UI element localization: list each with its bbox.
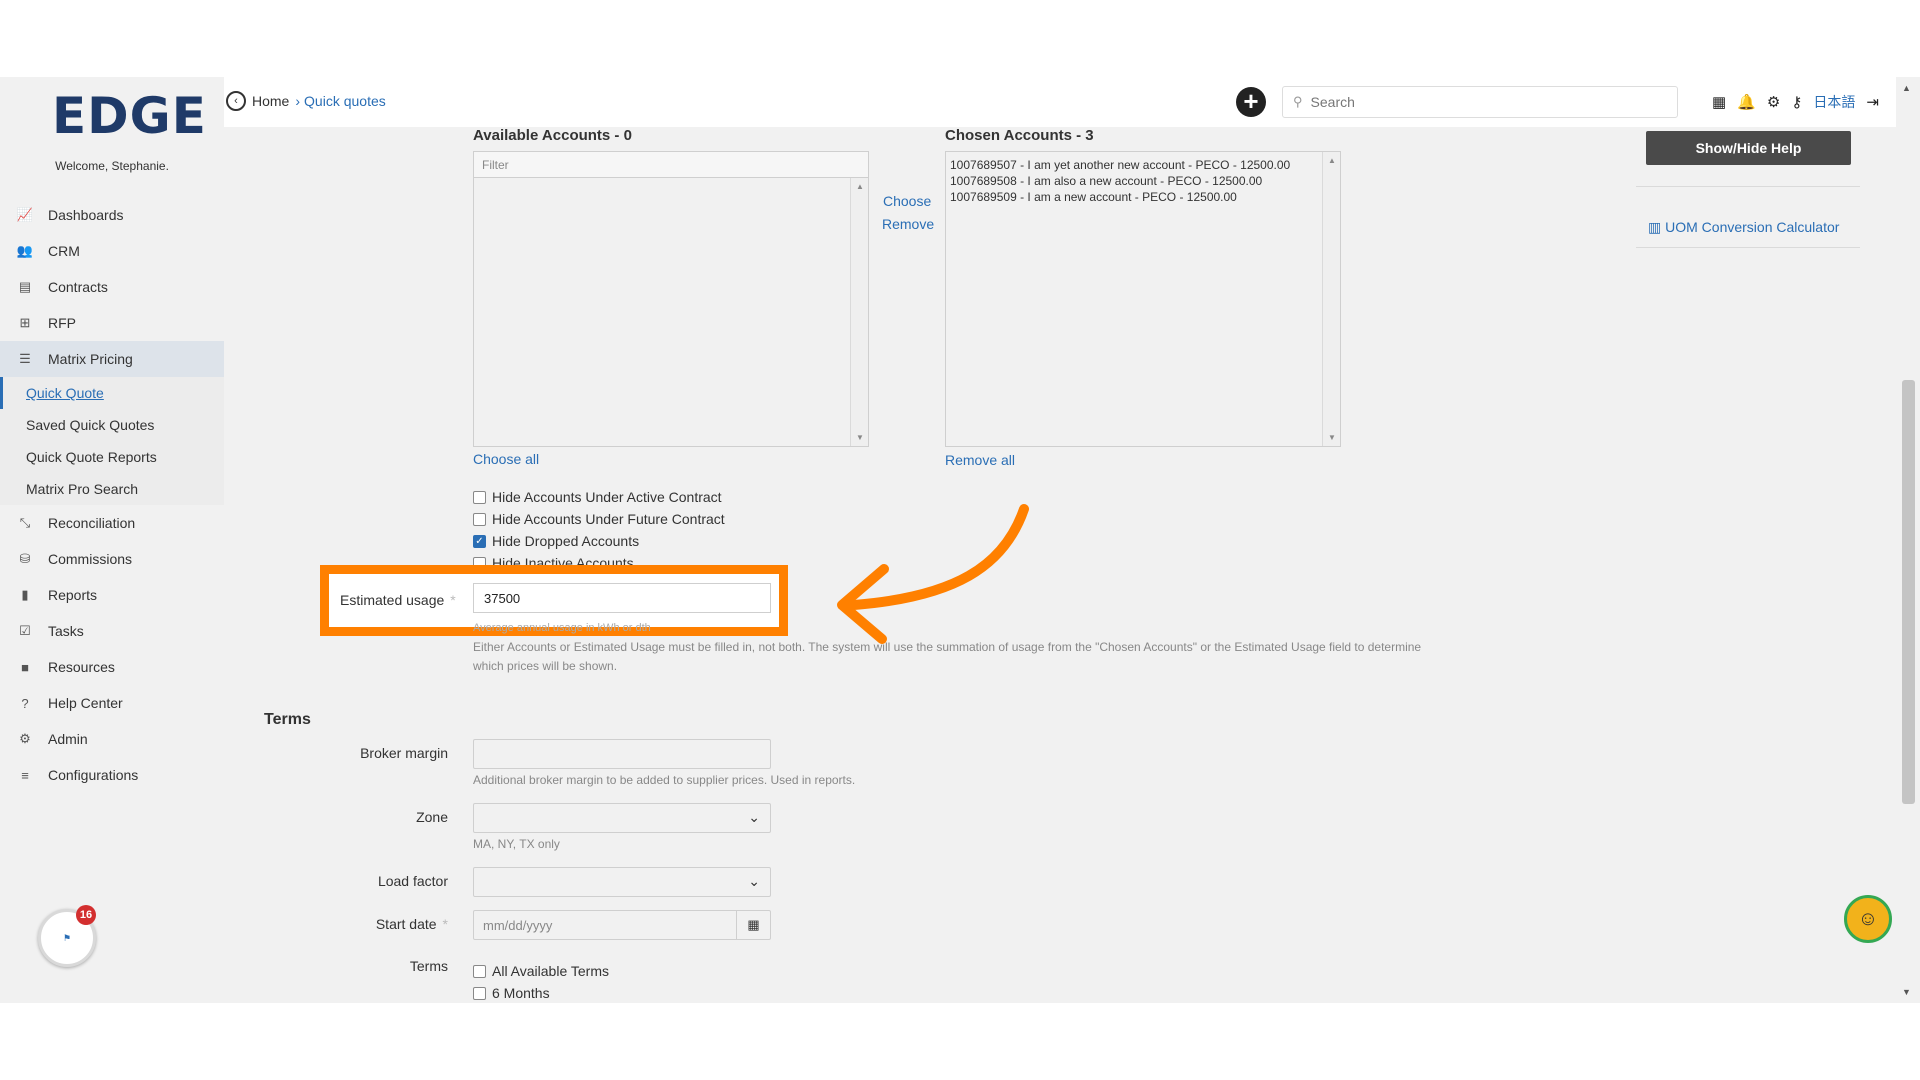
tasks-icon: ☑ [19, 623, 31, 638]
search-input[interactable]: ⚲ Search [1282, 86, 1678, 118]
sidebar-item-label: Tasks [48, 623, 84, 639]
sidebar-subitem-quick-quote-reports[interactable]: Quick Quote Reports [0, 441, 224, 473]
sliders-icon: ≡ [21, 767, 29, 783]
users-icon: 👥 [16, 243, 34, 258]
sidebar-item-label: Reconciliation [48, 515, 136, 531]
sidebar-item-contracts[interactable]: ▤ Contracts [0, 269, 224, 305]
sidebar-item-reports[interactable]: ▮ Reports [0, 577, 224, 613]
calendar-icon[interactable]: ▦ [1712, 93, 1726, 111]
sidebar-item-label: CRM [48, 243, 80, 259]
app-frame: EDGE Welcome, Stephanie. 📈 Dashboards 👥 … [0, 77, 1920, 1003]
search-icon: ⚲ [1293, 94, 1303, 109]
sidebar-item-label: Matrix Pricing [48, 351, 133, 367]
scrollbar-thumb[interactable] [1902, 380, 1915, 804]
welcome-text: Welcome, Stephanie. [55, 159, 169, 173]
bell-icon[interactable]: 🔔 [1737, 93, 1756, 111]
key-icon[interactable]: ⚷ [1791, 93, 1802, 111]
sidebar-subitem-matrix-pro-search[interactable]: Matrix Pro Search [0, 473, 224, 505]
coins-icon: ⛁ [19, 551, 31, 566]
sidebar-item-resources[interactable]: ■ Resources [0, 649, 224, 685]
add-new-button[interactable]: + [1236, 87, 1266, 117]
annotation-arrow [837, 504, 1029, 644]
breadcrumb-current[interactable]: Quick quotes [304, 93, 386, 109]
bar-chart-icon: ▮ [21, 587, 29, 602]
edge-logo[interactable]: EDGE [52, 87, 207, 145]
logout-icon[interactable]: ⇥ [1866, 93, 1879, 111]
sitemap-icon: ⊞ [19, 315, 31, 330]
sidebar-item-label: Help Center [48, 695, 123, 711]
chart-line-icon: 📈 [16, 207, 34, 222]
sidebar-item-configurations[interactable]: ≡ Configurations [0, 757, 224, 793]
breadcrumb: ‹ Home › Quick quotes [224, 91, 386, 111]
sidebar-item-matrix-pricing[interactable]: ☰ Matrix Pricing [0, 341, 224, 377]
sidebar-item-label: Reports [48, 587, 98, 603]
breadcrumb-separator: › [295, 93, 301, 109]
sidebar-item-dashboards[interactable]: 📈 Dashboards [0, 197, 224, 233]
sidebar-item-label: Commissions [48, 551, 133, 567]
gear-icon[interactable]: ⚙ [1767, 93, 1780, 111]
scroll-up-icon[interactable]: ▲ [1902, 83, 1911, 93]
top-bar: ‹ Home › Quick quotes + ⚲ Search ▦ 🔔 ⚙ ⚷… [224, 77, 1920, 127]
arrow-shaft [849, 504, 1029, 610]
sidebar-item-crm[interactable]: 👥 CRM [0, 233, 224, 269]
sidebar-nav: 📈 Dashboards 👥 CRM ▤ Contracts ⊞ RFP ☰ M… [0, 197, 224, 793]
sidebar: EDGE Welcome, Stephanie. 📈 Dashboards 👥 … [0, 77, 224, 1003]
sidebar-item-tasks[interactable]: ☑ Tasks [0, 613, 224, 649]
cogs-icon: ⚙ [19, 731, 31, 746]
sidebar-item-label: Resources [48, 659, 115, 675]
sidebar-item-label: RFP [48, 315, 76, 331]
scroll-down-icon[interactable]: ▼ [1902, 987, 1911, 997]
list-icon: ☰ [19, 351, 31, 366]
compress-icon: ⤡ [19, 515, 31, 530]
main-content: Available Accounts - 0 Filter ▲ ▼ Choose… [224, 127, 1896, 1003]
notification-count-badge: 16 [76, 905, 96, 925]
sidebar-item-label: Dashboards [48, 207, 124, 223]
sidebar-item-rfp[interactable]: ⊞ RFP [0, 305, 224, 341]
sidebar-item-label: Contracts [48, 279, 108, 295]
folder-icon: ■ [21, 659, 29, 675]
sidebar-subitem-saved-quick-quotes[interactable]: Saved Quick Quotes [0, 409, 224, 441]
sidebar-subitem-quick-quote[interactable]: Quick Quote [0, 377, 224, 409]
sidebar-item-help-center[interactable]: ? Help Center [0, 685, 224, 721]
sidebar-item-label: Configurations [48, 767, 139, 783]
assistant-avatar-icon[interactable]: ☺ [1844, 895, 1892, 943]
top-icons: ▦ 🔔 ⚙ ⚷ 日本語 ⇥ [1712, 92, 1879, 112]
sidebar-item-commissions[interactable]: ⛁ Commissions [0, 541, 224, 577]
document-icon: ▤ [18, 279, 32, 294]
back-icon[interactable]: ‹ [226, 91, 246, 111]
sidebar-item-admin[interactable]: ⚙ Admin [0, 721, 224, 757]
language-toggle[interactable]: 日本語 [1813, 92, 1855, 112]
sidebar-item-label: Admin [48, 731, 88, 747]
page-scrollbar[interactable]: ▲ ▼ [1896, 77, 1920, 1003]
question-icon: ? [21, 695, 29, 711]
search-placeholder: Search [1310, 94, 1355, 110]
sidebar-item-reconciliation[interactable]: ⤡ Reconciliation [0, 505, 224, 541]
breadcrumb-home[interactable]: Home [252, 93, 289, 109]
